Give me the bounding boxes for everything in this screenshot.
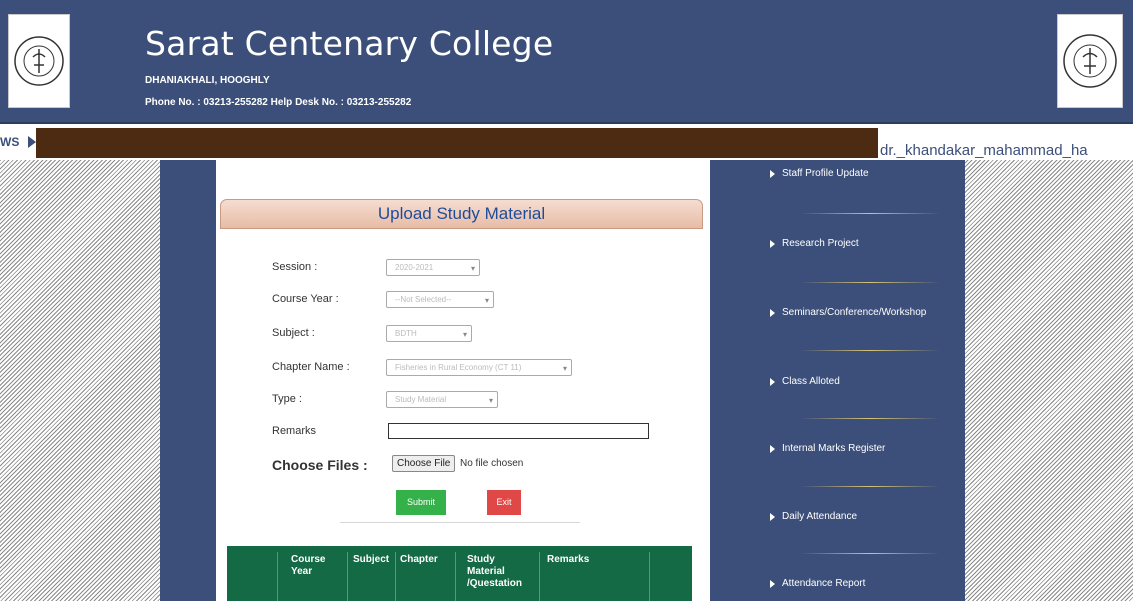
chevron-down-icon: ▾ xyxy=(488,396,493,405)
column-separator xyxy=(539,552,540,601)
chevron-down-icon: ▾ xyxy=(562,364,567,373)
news-bar: WS dr._khandakar_mahammad_ha xyxy=(0,124,1133,160)
menu-divider xyxy=(800,486,940,487)
menu-item-attendance-report[interactable]: Attendance Report xyxy=(770,578,865,589)
news-label: WS xyxy=(0,135,20,149)
exit-button[interactable]: Exit xyxy=(487,490,521,515)
menu-item-label: Class Alloted xyxy=(782,376,840,387)
chevron-down-icon: ▾ xyxy=(484,296,489,305)
column-header-study-material: Study Material /Questation xyxy=(467,554,523,589)
remarks-input[interactable] xyxy=(388,423,649,439)
type-select-value: Study Material xyxy=(395,395,447,404)
session-select[interactable]: 2020-2021 ▾ xyxy=(386,259,480,276)
form-title: Upload Study Material xyxy=(220,199,703,229)
menu-item-label: Research Project xyxy=(782,238,859,249)
menu-item-label: Attendance Report xyxy=(782,578,866,589)
menu-item-seminars[interactable]: Seminars/Conference/Workshop xyxy=(770,307,926,318)
college-logo-right xyxy=(1057,14,1123,108)
chevron-down-icon: ▾ xyxy=(462,330,467,339)
menu-item-staff-profile-update[interactable]: Staff Profile Update xyxy=(770,168,869,179)
column-header-course-year: Course Year xyxy=(291,554,326,577)
choose-files-label: Choose Files : xyxy=(272,457,368,473)
college-name: Sarat Centenary College xyxy=(145,24,554,63)
course-year-select-value: --Not Selected-- xyxy=(395,295,452,304)
menu-item-daily-attendance[interactable]: Daily Attendance xyxy=(770,511,857,522)
menu-divider xyxy=(800,418,940,419)
menu-divider xyxy=(800,350,940,351)
course-year-label: Course Year : xyxy=(272,293,339,305)
subject-select[interactable]: BDTH ▾ xyxy=(386,325,472,342)
column-header-subject: Subject xyxy=(353,554,390,565)
caret-right-icon xyxy=(770,377,775,386)
menu-item-label: Seminars/Conference/Workshop xyxy=(782,307,927,318)
menu-item-label: Staff Profile Update xyxy=(782,168,869,179)
chevron-down-icon: ▾ xyxy=(470,264,475,273)
session-select-value: 2020-2021 xyxy=(395,263,434,272)
caret-right-icon xyxy=(770,308,775,317)
remarks-label: Remarks xyxy=(272,425,317,437)
caret-right-icon xyxy=(770,169,775,178)
chapter-name-select-value: Fisheries in Rural Economy (CT 11) xyxy=(395,363,522,372)
college-phone: Phone No. : 03213-255282 Help Desk No. :… xyxy=(145,97,412,108)
form-divider xyxy=(340,522,580,523)
menu-item-label: Daily Attendance xyxy=(782,511,858,522)
column-header-chapter: Chapter xyxy=(400,554,438,565)
subject-label: Subject : xyxy=(272,327,315,339)
news-ticker[interactable] xyxy=(36,128,878,158)
chapter-name-select[interactable]: Fisheries in Rural Economy (CT 11) ▾ xyxy=(386,359,572,376)
caret-right-icon xyxy=(770,444,775,453)
site-header: Sarat Centenary College DHANIAKHALI, HOO… xyxy=(0,0,1133,124)
column-separator xyxy=(347,552,348,601)
menu-divider xyxy=(800,553,940,554)
no-file-text: No file chosen xyxy=(460,458,524,469)
chapter-name-label: Chapter Name : xyxy=(272,361,350,373)
column-separator xyxy=(277,552,278,601)
news-arrow-icon xyxy=(28,136,36,148)
column-separator xyxy=(395,552,396,601)
materials-table-header: Course Year Subject Chapter Study Materi… xyxy=(227,546,692,601)
subject-select-value: BDTH xyxy=(395,329,417,338)
column-header-remarks: Remarks xyxy=(547,554,590,565)
submit-button[interactable]: Submit xyxy=(396,490,446,515)
caret-right-icon xyxy=(770,579,775,588)
college-logo-left xyxy=(8,14,70,108)
session-label: Session : xyxy=(272,261,318,273)
column-separator xyxy=(455,552,456,601)
menu-item-internal-marks-register[interactable]: Internal Marks Register xyxy=(770,443,885,454)
column-separator xyxy=(649,552,650,601)
college-address: DHANIAKHALI, HOOGHLY xyxy=(145,75,270,86)
type-select[interactable]: Study Material ▾ xyxy=(386,391,498,408)
menu-item-label: Internal Marks Register xyxy=(782,443,886,454)
college-seal-icon xyxy=(14,36,64,86)
caret-right-icon xyxy=(770,239,775,248)
menu-divider xyxy=(800,282,940,283)
menu-item-class-alloted[interactable]: Class Alloted xyxy=(770,376,840,387)
caret-right-icon xyxy=(770,512,775,521)
menu-divider xyxy=(800,213,940,214)
choose-file-button[interactable]: Choose File xyxy=(392,455,456,472)
menu-item-research-project[interactable]: Research Project xyxy=(770,238,859,249)
college-seal-icon xyxy=(1063,34,1117,88)
course-year-select[interactable]: --Not Selected-- ▾ xyxy=(386,291,494,308)
type-label: Type : xyxy=(272,393,302,405)
logged-in-user: dr._khandakar_mahammad_ha xyxy=(880,142,1088,159)
